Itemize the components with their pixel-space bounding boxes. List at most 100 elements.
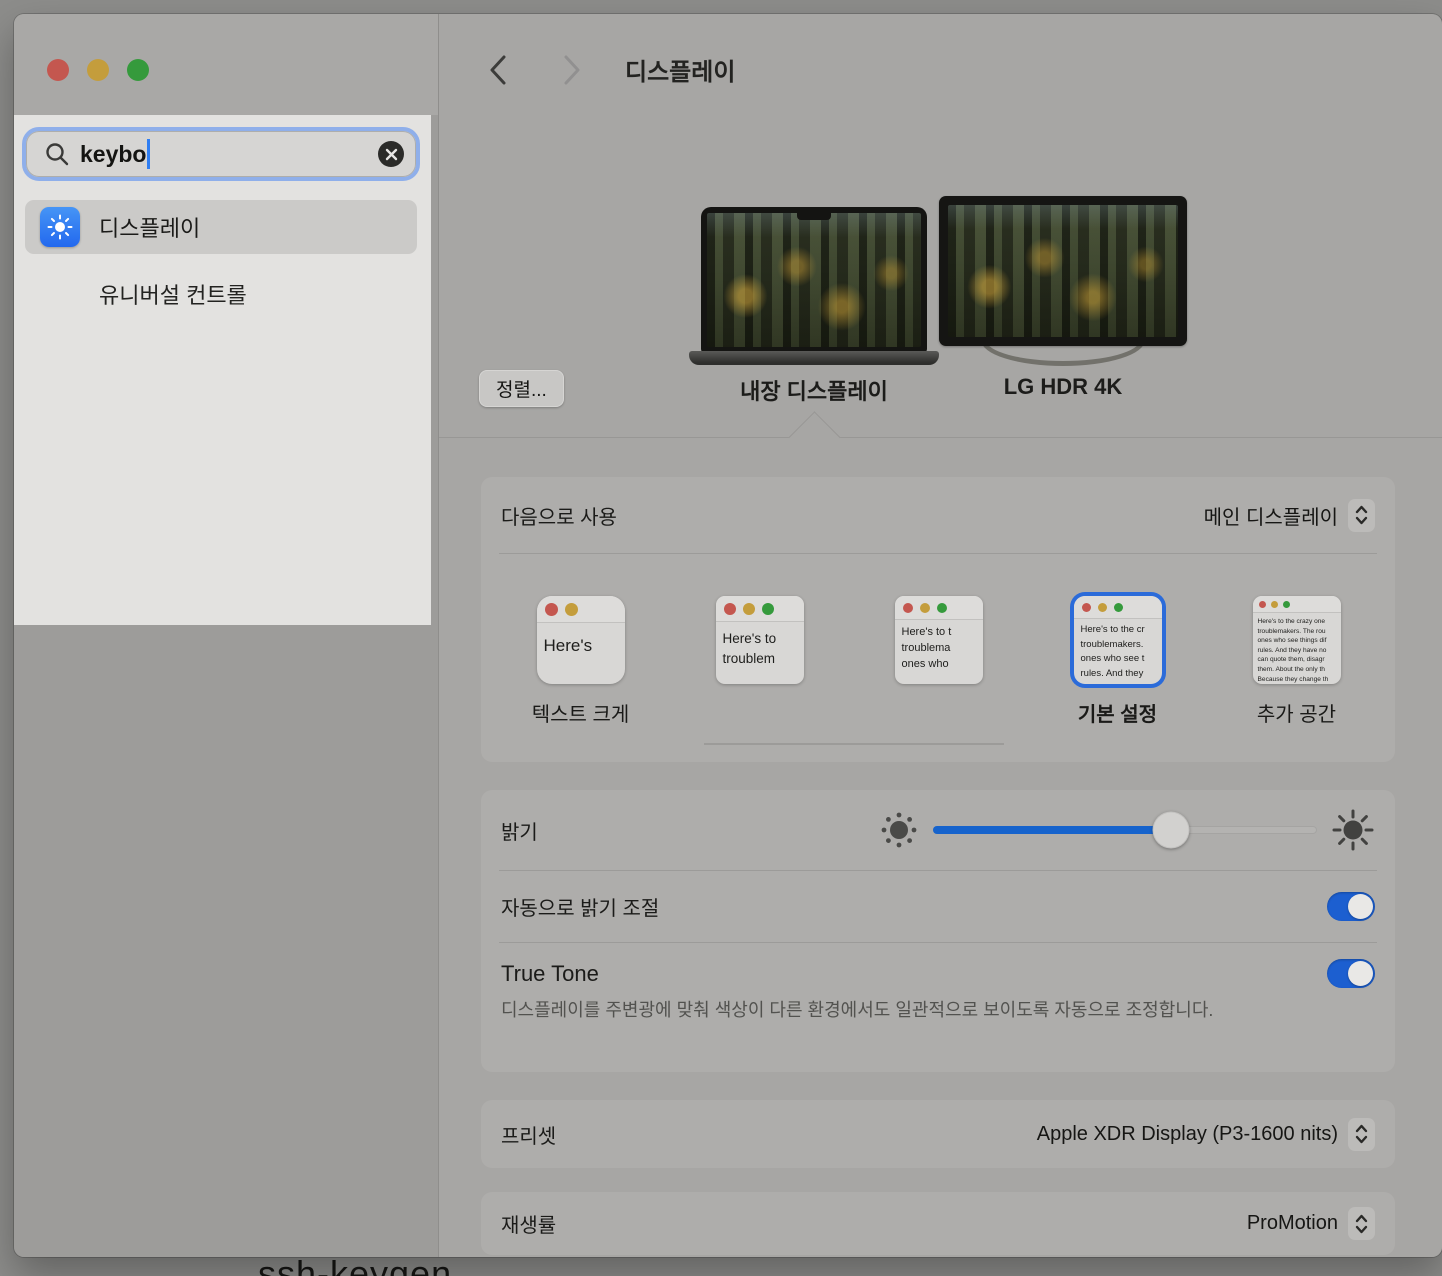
true-tone-toggle[interactable] [1327,959,1375,988]
refresh-rate-card: 재생률 ProMotion [481,1192,1395,1255]
search-results-panel: keybo [14,115,431,625]
search-result-universal-control[interactable]: 유니버설 컨트롤 [25,267,417,321]
search-result-display[interactable]: 디스플레이 [25,200,417,254]
preset-row: 프리셋 Apple XDR Display (P3-1600 nits) [481,1100,1395,1168]
refresh-rate-row: 재생률 ProMotion [481,1192,1395,1255]
scaling-option-label: 기본 설정 [1078,698,1157,722]
search-input-value: keybo [80,141,146,168]
wallpaper-thumbnail [707,213,921,347]
brightness-card: 밝기 [481,790,1395,1072]
preview-text: Here's [537,623,625,659]
search-result-label: 디스플레이 [99,211,200,243]
pane-header: 디스플레이 [481,52,735,87]
preset-value: Apple XDR Display (P3-1600 nits) [1037,1123,1338,1146]
mini-minimize-icon [1098,603,1107,612]
toggle-knob [1348,961,1373,986]
refresh-rate-value: ProMotion [1247,1212,1338,1235]
scaling-option-label: 텍스트 크게 [532,698,630,722]
scaling-preview: Here's [537,596,625,684]
true-tone-description: 디스플레이를 주변광에 맞춰 색상이 다른 환경에서도 일관적으로 보이도록 자… [501,996,1241,1025]
minimize-window-button[interactable] [87,59,109,81]
auto-brightness-label: 자동으로 밝기 조절 [501,892,659,921]
scaling-option-larger-text[interactable]: Here's 텍스트 크게 [491,596,670,722]
preset-card: 프리셋 Apple XDR Display (P3-1600 nits) [481,1100,1395,1168]
mini-close-icon [1082,603,1091,612]
display-settings-pane: 디스플레이 내장 디스플레이 LG HDR 4K 정렬... 다음으로 사용 메… [438,14,1442,1257]
preview-text: Here's to the cr troublemakers. ones who… [1074,619,1162,681]
sidebar: keybo [14,14,438,1257]
preset-label: 프리셋 [501,1120,556,1149]
clear-search-button[interactable] [378,141,404,167]
pointer-triangle [788,411,840,463]
scaling-track-line [704,743,1004,745]
mini-zoom-icon [762,603,774,615]
refresh-rate-popup-button[interactable] [1348,1207,1375,1240]
mini-close-icon [724,603,736,615]
scaling-option-2[interactable]: Here's to troublem [670,596,849,722]
brightness-dim-icon [879,810,919,850]
mini-titlebar [1074,596,1162,619]
mini-close-icon [1259,601,1266,608]
mini-titlebar [716,596,804,622]
mini-minimize-icon [743,603,755,615]
mini-close-icon [545,603,558,616]
scaling-preview: Here's to t troublema ones who [895,596,983,684]
wallpaper-thumbnail [948,205,1178,337]
mini-titlebar [1253,596,1341,613]
brightness-slider[interactable] [933,826,1317,834]
preview-text: Here's to troublem [716,622,804,669]
mini-titlebar [895,596,983,620]
mini-zoom-icon [937,603,947,613]
scaling-option-more-space[interactable]: Here's to the crazy one troublemakers. T… [1207,596,1386,722]
auto-brightness-row: 자동으로 밝기 조절 [481,871,1395,942]
arrange-displays-button[interactable]: 정렬... [479,370,564,407]
search-input[interactable]: keybo [22,127,420,181]
window-controls [47,59,149,81]
close-window-button[interactable] [47,59,69,81]
mini-close-icon [903,603,913,613]
resolution-card: 다음으로 사용 메인 디스플레이 [481,477,1395,762]
refresh-rate-label: 재생률 [501,1209,556,1238]
external-display-label: LG HDR 4K [939,374,1187,400]
mini-minimize-icon [565,603,578,616]
scaling-option-label: 추가 공간 [1257,698,1336,722]
mini-zoom-icon [1283,601,1290,608]
true-tone-label: True Tone [501,961,599,987]
scaling-preview: Here's to the cr troublemakers. ones who… [1074,596,1162,684]
scaling-preview: Here's to the crazy one troublemakers. T… [1253,596,1341,684]
mini-minimize-icon [1271,601,1278,608]
page-title: 디스플레이 [625,52,735,87]
scaling-option-default[interactable]: Here's to the cr troublemakers. ones who… [1028,596,1207,722]
laptop-base [689,351,939,365]
use-as-label: 다음으로 사용 [501,501,617,530]
system-settings-window: keybo [14,14,1442,1257]
use-as-popup-button[interactable] [1348,499,1375,532]
use-as-row: 다음으로 사용 메인 디스플레이 [481,477,1395,553]
preview-text: Here's to the crazy one troublemakers. T… [1253,613,1341,684]
auto-brightness-toggle[interactable] [1327,892,1375,921]
external-display-preview[interactable] [939,196,1187,346]
use-as-value: 메인 디스플레이 [1204,501,1338,530]
true-tone-row: True Tone 디스플레이를 주변광에 맞춰 색상이 다른 환경에서도 일관… [481,943,1395,1025]
brightness-row: 밝기 [481,790,1395,870]
search-icon [44,141,70,167]
selected-display-pointer [439,437,1442,438]
preview-text: Here's to t troublema ones who [895,620,983,672]
brightness-slider-fill [933,826,1171,834]
back-button[interactable] [481,53,515,87]
scaling-preview: Here's to troublem [716,596,804,684]
text-caret [147,139,150,169]
scaling-option-3[interactable]: Here's to t troublema ones who [849,596,1028,722]
brightness-slider-knob[interactable] [1153,812,1190,849]
builtin-display-label: 내장 디스플레이 [701,374,927,406]
brightness-bright-icon [1331,808,1375,852]
zoom-window-button[interactable] [127,59,149,81]
toggle-knob [1348,894,1373,919]
scaling-options: Here's 텍스트 크게 Here's to troublem [481,554,1395,722]
preset-popup-button[interactable] [1348,1118,1375,1151]
display-settings-icon [40,207,80,247]
builtin-display-preview[interactable] [701,207,927,353]
forward-button[interactable] [555,53,589,87]
mini-zoom-icon [1114,603,1123,612]
mini-titlebar [537,596,625,623]
